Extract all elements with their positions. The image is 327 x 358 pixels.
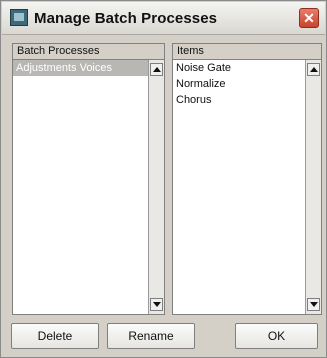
scroll-up-arrow-icon[interactable]: [307, 63, 320, 76]
window-title: Manage Batch Processes: [34, 10, 218, 27]
items-list[interactable]: Noise Gate Normalize Chorus: [173, 60, 305, 314]
rename-button[interactable]: Rename: [107, 323, 195, 349]
title-bar[interactable]: Manage Batch Processes ✕: [2, 2, 325, 35]
items-panel: Items Noise Gate Normalize Chorus: [172, 43, 322, 315]
batch-processes-list[interactable]: Adjustments Voices: [13, 60, 148, 314]
list-item-adjustments-voices[interactable]: Adjustments Voices: [13, 60, 148, 76]
scroll-down-arrow-icon[interactable]: [307, 298, 320, 311]
scroll-up-arrow-icon[interactable]: [150, 63, 163, 76]
items-scrollbar[interactable]: [305, 60, 321, 314]
items-header: Items: [173, 44, 321, 60]
manage-batch-processes-dialog: Manage Batch Processes ✕ Batch Processes…: [0, 0, 327, 358]
list-item-noise-gate[interactable]: Noise Gate: [173, 60, 305, 76]
batch-processes-panel: Batch Processes Adjustments Voices: [12, 43, 165, 315]
list-item-chorus[interactable]: Chorus: [173, 92, 305, 108]
close-icon: ✕: [303, 10, 315, 26]
scroll-down-arrow-icon[interactable]: [150, 298, 163, 311]
delete-button[interactable]: Delete: [11, 323, 99, 349]
batch-processes-header: Batch Processes: [13, 44, 164, 60]
app-window-icon: [10, 9, 28, 26]
batch-processes-scrollbar[interactable]: [148, 60, 164, 314]
close-button[interactable]: ✕: [299, 8, 319, 28]
list-item-normalize[interactable]: Normalize: [173, 76, 305, 92]
ok-button[interactable]: OK: [235, 323, 318, 349]
